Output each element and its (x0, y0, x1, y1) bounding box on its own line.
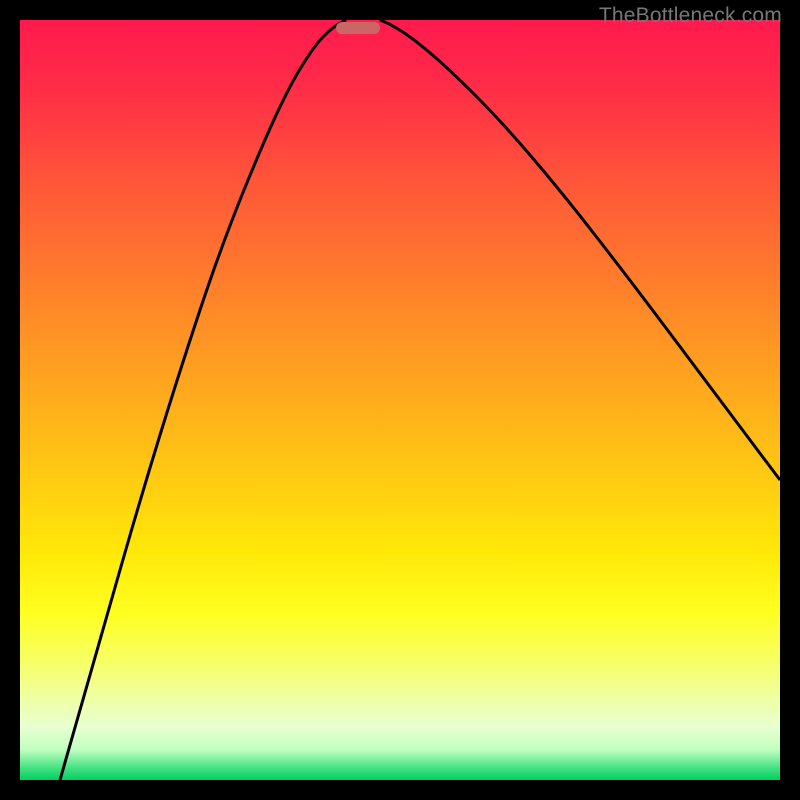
plot-area (20, 20, 780, 780)
bottleneck-marker (336, 22, 380, 34)
watermark-text: TheBottleneck.com (599, 4, 782, 28)
chart-container: TheBottleneck.com (0, 0, 800, 800)
